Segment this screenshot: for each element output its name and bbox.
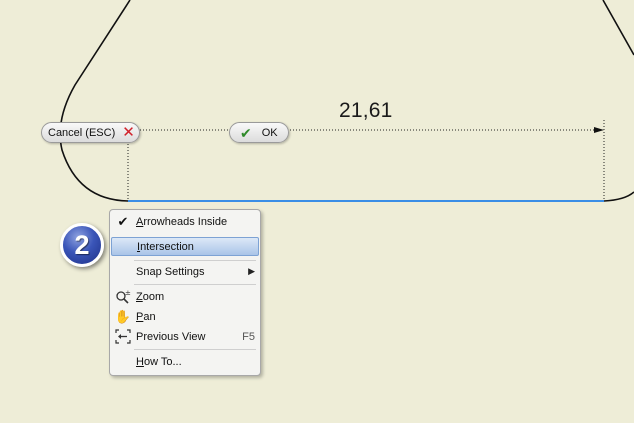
cancel-label: Cancel (ESC) (48, 126, 116, 139)
sketch-canvas[interactable] (0, 0, 634, 423)
menu-separator (134, 349, 256, 350)
menu-item-arrowheads-inside[interactable]: ✔ Arrowheads Inside (111, 212, 259, 231)
dimension-arrowhead-right (594, 127, 604, 133)
ok-label: OK (261, 126, 278, 139)
step-number-badge: 2 (60, 223, 104, 267)
sketch-profile-left (59, 0, 131, 202)
menu-item-intersection[interactable]: Intersection (111, 237, 259, 256)
menu-item-zoom[interactable]: ± Zoom (111, 287, 259, 306)
checkmark-icon: ✔ (240, 124, 252, 141)
zoom-icon: ± (115, 289, 131, 304)
menu-item-label: Snap Settings (136, 265, 205, 278)
menu-item-label: Previous View (136, 330, 206, 343)
menu-separator (134, 284, 256, 285)
submenu-arrow-icon: ▶ (248, 266, 255, 276)
menu-item-label: Intersection (137, 240, 194, 253)
menu-item-label: Zoom (136, 290, 165, 303)
checkmark-icon: ✔ (117, 213, 129, 229)
menu-item-snap-settings[interactable]: Snap Settings ▶ (111, 262, 259, 281)
context-menu: ✔ Arrowheads Inside Intersection Snap Se… (109, 209, 261, 376)
menu-separator (134, 260, 256, 261)
svg-text:±: ± (125, 289, 131, 297)
menu-item-label: Pan (136, 310, 156, 323)
menu-item-label: How To... (136, 355, 182, 368)
menu-item-how-to[interactable]: How To... (111, 352, 259, 371)
close-icon: ✕ (122, 124, 135, 141)
menu-item-label: Arrowheads Inside (136, 215, 228, 228)
ok-button[interactable]: ✔ OK (229, 122, 289, 143)
menu-item-pan[interactable]: ✋ Pan (111, 307, 259, 326)
cancel-button[interactable]: Cancel (ESC) ✕ (41, 122, 140, 143)
dimension-value[interactable]: 21,61 (339, 99, 393, 123)
pan-hand-icon: ✋ (114, 308, 132, 324)
sketch-profile-right (602, 0, 634, 202)
menu-item-shortcut: F5 (242, 330, 255, 343)
previous-view-icon (115, 329, 131, 344)
menu-item-previous-view[interactable]: Previous View F5 (111, 327, 259, 346)
